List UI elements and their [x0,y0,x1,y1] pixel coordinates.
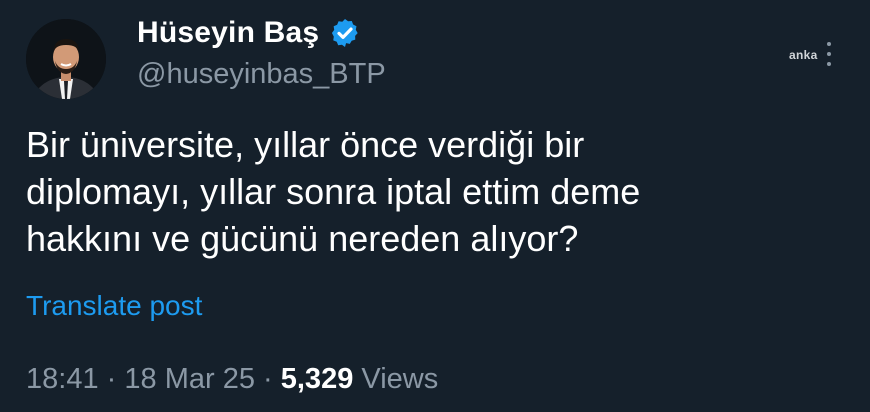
tweet-text-line: diplomayı, yıllar sonra iptal ettim deme [26,171,641,212]
meta-separator: · [263,363,273,395]
views-label: Views [361,363,439,395]
menu-dot [827,62,831,66]
post-date[interactable]: 18 Mar 25 [124,363,255,395]
more-vertical-icon[interactable] [821,34,837,74]
profile-photo-icon [26,19,106,99]
author-name-row: Hüseyin Baş [137,16,361,50]
verified-badge-icon [332,19,358,47]
post-time[interactable]: 18:41 [26,363,99,395]
author-handle[interactable]: @huseyinbas_BTP [137,58,386,91]
tweet-metadata: 18:41 · 18 Mar 25 · 5,329 Views [26,363,438,396]
meta-separator: · [106,363,117,395]
author-display-name[interactable]: Hüseyin Baş [137,16,319,50]
watermark-logo: anka [789,48,818,62]
views-count: 5,329 [280,363,354,395]
tweet-text-line: Bir üniversite, yıllar önce verdiği bir [26,124,585,165]
menu-dot [827,42,831,46]
translate-post-link[interactable]: Translate post [26,290,202,322]
tweet-text: Bir üniversite, yıllar önce verdiği bir … [26,121,806,262]
avatar[interactable] [26,19,106,99]
tweet-text-line: hakkını ve gücünü nereden alıyor? [26,218,579,259]
menu-dot [827,52,831,56]
